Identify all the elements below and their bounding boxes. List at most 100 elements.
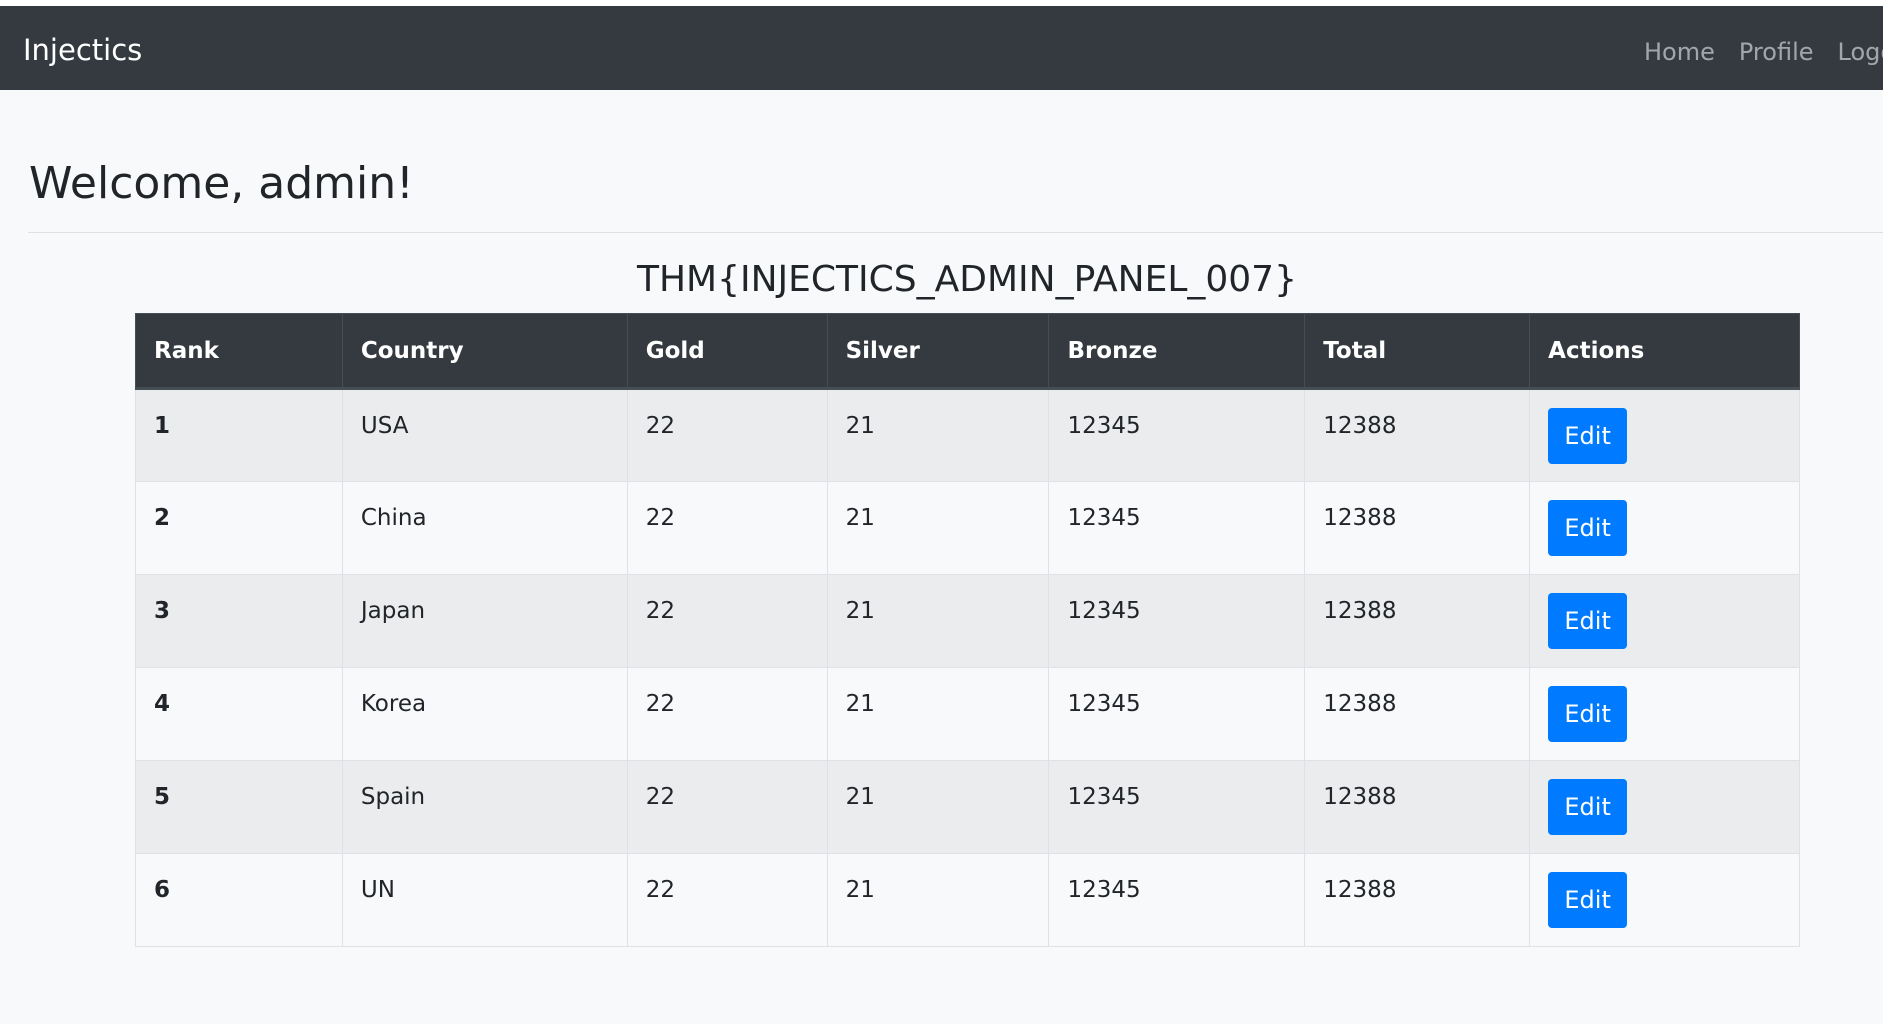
table-row: 2 China 22 21 12345 12388 Edit (135, 481, 1800, 575)
rank-cell: 4 (135, 667, 343, 761)
bronze-value: 12345 (1067, 784, 1141, 810)
total-cell: 12388 (1304, 574, 1531, 668)
flag-heading: THM{INJECTICS_ADMIN_PANEL_007} (636, 259, 1297, 300)
rank-value: 4 (154, 691, 171, 717)
gold-value: 22 (645, 877, 675, 903)
rank-value: 5 (154, 784, 171, 810)
column-header-rank: Rank (135, 313, 343, 390)
country-cell: USA (341, 388, 628, 482)
nav-link-profile[interactable]: Profile (1739, 40, 1814, 64)
nav-links: Home Profile Logout (1644, 40, 1883, 64)
bronze-cell: 12345 (1048, 388, 1306, 482)
bronze-cell: 12345 (1048, 853, 1306, 947)
edit-button[interactable]: Edit (1548, 593, 1628, 649)
rank-cell: 6 (135, 853, 343, 947)
country-cell: China (341, 481, 628, 575)
silver-value: 21 (845, 691, 875, 717)
nav-link-logout[interactable]: Logout (1838, 40, 1883, 64)
edit-button[interactable]: Edit (1548, 872, 1628, 928)
table-row: 5 Spain 22 21 12345 12388 Edit (135, 760, 1800, 854)
gold-value: 22 (645, 412, 675, 439)
bronze-value: 12345 (1067, 505, 1141, 531)
edit-button[interactable]: Edit (1548, 407, 1628, 464)
divider (28, 232, 1883, 233)
country-cell: Korea (341, 667, 628, 761)
silver-cell: 21 (826, 853, 1050, 947)
page-title: Welcome, admin! (29, 158, 414, 209)
silver-value: 21 (845, 505, 875, 531)
table-row: 4 Korea 22 21 12345 12388 Edit (135, 667, 1800, 761)
gold-cell: 22 (626, 388, 828, 482)
rank-value: 1 (154, 412, 171, 439)
total-cell: 12388 (1304, 853, 1531, 947)
country-value: China (360, 505, 427, 531)
gold-cell: 22 (626, 667, 828, 761)
silver-cell: 21 (826, 760, 1050, 854)
bronze-value: 12345 (1067, 691, 1141, 717)
country-value: Japan (360, 598, 426, 624)
country-cell: Spain (341, 760, 628, 854)
silver-cell: 21 (826, 388, 1050, 482)
total-value: 12388 (1323, 784, 1397, 810)
total-cell: 12388 (1304, 481, 1531, 575)
gold-value: 22 (645, 598, 675, 624)
rank-value: 3 (154, 598, 171, 624)
bronze-value: 12345 (1067, 877, 1141, 903)
total-value: 12388 (1323, 505, 1397, 531)
column-header-actions: Actions (1529, 313, 1800, 390)
rank-cell: 5 (135, 760, 343, 854)
brand-link[interactable]: Injectics (23, 36, 142, 65)
silver-value: 21 (845, 784, 875, 810)
total-value: 12388 (1323, 877, 1397, 903)
bronze-cell: 12345 (1048, 481, 1306, 575)
total-cell: 12388 (1304, 388, 1531, 482)
actions-cell: Edit (1529, 388, 1800, 482)
rank-cell: 3 (135, 574, 343, 668)
edit-button[interactable]: Edit (1548, 779, 1628, 835)
silver-cell: 21 (826, 574, 1050, 668)
medals-table: Rank Country Gold Silver Bronze Total Ac… (135, 313, 1800, 947)
gold-cell: 22 (626, 481, 828, 575)
edit-button[interactable]: Edit (1548, 686, 1628, 742)
table-header-row: Rank Country Gold Silver Bronze Total Ac… (135, 313, 1800, 390)
rank-cell: 1 (135, 388, 343, 482)
bronze-cell: 12345 (1048, 760, 1306, 854)
silver-value: 21 (845, 598, 875, 624)
actions-cell: Edit (1529, 667, 1800, 761)
column-header-country: Country (341, 313, 628, 390)
rank-value: 6 (154, 877, 171, 903)
nav-link-home[interactable]: Home (1644, 40, 1715, 64)
total-cell: 12388 (1304, 667, 1531, 761)
actions-cell: Edit (1529, 760, 1800, 854)
actions-cell: Edit (1529, 853, 1800, 947)
gold-cell: 22 (626, 574, 828, 668)
column-header-bronze: Bronze (1048, 313, 1306, 390)
country-cell: UN (341, 853, 628, 947)
gold-value: 22 (645, 505, 675, 531)
country-value: USA (360, 412, 409, 439)
navbar: Injectics Home Profile Logout (0, 6, 1883, 90)
country-value: Korea (360, 691, 427, 717)
table-row: 1 USA 22 21 12345 12388 Edit (135, 388, 1800, 482)
gold-cell: 22 (626, 760, 828, 854)
column-header-silver: Silver (826, 313, 1050, 390)
bronze-cell: 12345 (1048, 574, 1306, 668)
bronze-cell: 12345 (1048, 667, 1306, 761)
gold-value: 22 (645, 784, 675, 810)
silver-cell: 21 (826, 481, 1050, 575)
actions-cell: Edit (1529, 574, 1800, 668)
table-row: 3 Japan 22 21 12345 12388 Edit (135, 574, 1800, 668)
bronze-value: 12345 (1067, 412, 1141, 439)
gold-value: 22 (645, 691, 675, 717)
total-value: 12388 (1323, 691, 1397, 717)
silver-cell: 21 (826, 667, 1050, 761)
bronze-value: 12345 (1067, 598, 1141, 624)
gold-cell: 22 (626, 853, 828, 947)
column-header-gold: Gold (626, 313, 828, 390)
edit-button[interactable]: Edit (1548, 500, 1628, 556)
column-header-total: Total (1304, 313, 1531, 390)
table-row: 6 UN 22 21 12345 12388 Edit (135, 853, 1800, 947)
actions-cell: Edit (1529, 481, 1800, 575)
country-value: Spain (360, 784, 426, 810)
silver-value: 21 (845, 412, 875, 439)
